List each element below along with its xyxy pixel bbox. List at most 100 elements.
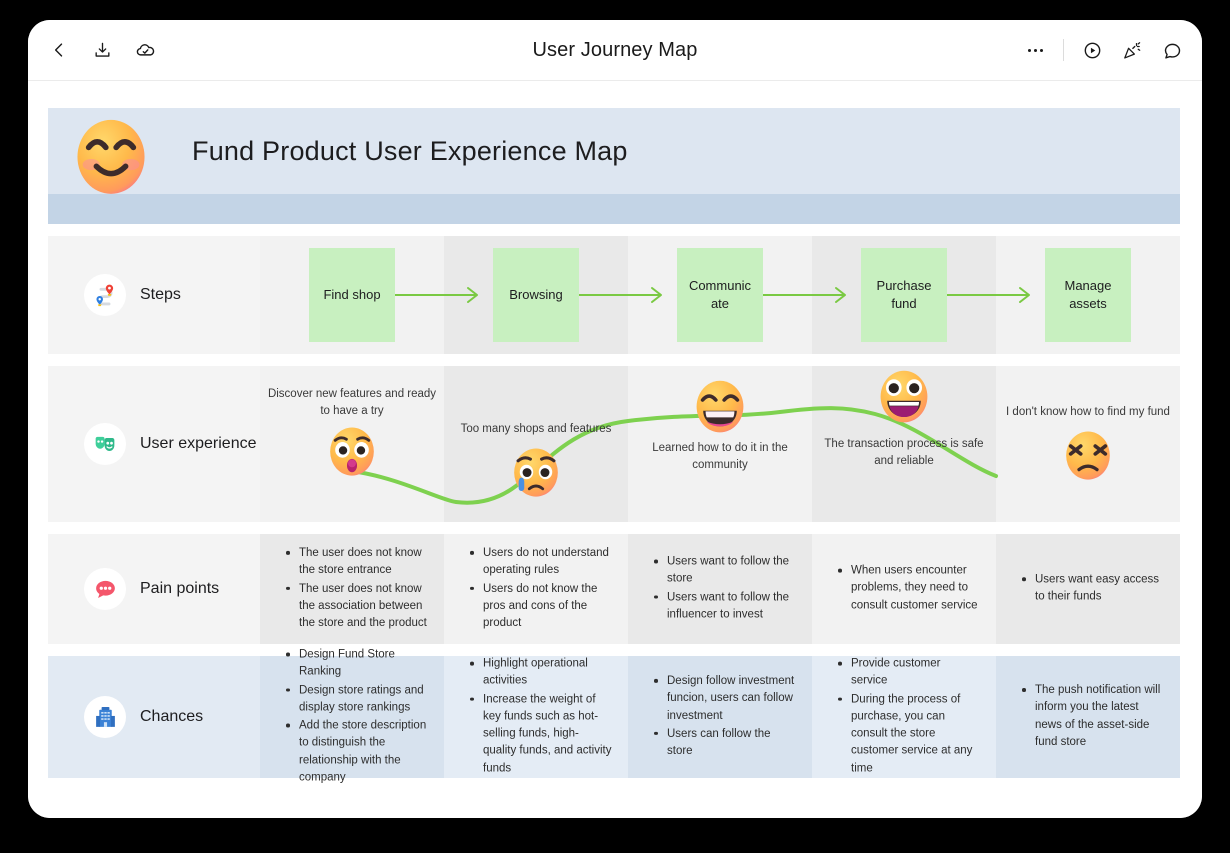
pain-points-column: When users encounter problems, they need…	[812, 534, 996, 644]
step-box[interactable]: Manage assets	[1045, 248, 1131, 342]
ux-caption: Discover new features and ready to have …	[267, 388, 437, 417]
ux-caption: The transaction process is safe and reli…	[824, 438, 984, 467]
ux-node[interactable]: I don't know how to find my fund	[998, 404, 1178, 483]
banner-title: Fund Product User Experience Map	[192, 135, 628, 166]
bullet-item[interactable]: Add the store description to distinguish…	[286, 718, 428, 787]
steps-column: Find shop	[260, 236, 444, 354]
chances-column: Design follow investment funcion, users …	[628, 656, 812, 778]
bullet-item[interactable]: Users want easy access to their funds	[1022, 571, 1164, 606]
bullet-item[interactable]: Users want to follow the store	[654, 554, 796, 589]
chances-column: Design Fund Store Ranking Design store ra…	[260, 649, 444, 783]
ux-node[interactable]: Discover new features and ready to have …	[262, 386, 442, 479]
bullet-list: Design Fund Store Ranking Design store ra…	[286, 647, 428, 787]
comment-icon[interactable]	[1160, 38, 1184, 62]
bullet-item[interactable]: Highlight operational activities	[470, 656, 612, 691]
row-label-user-experience: User experience	[48, 366, 260, 522]
steps-columns: Find shop Browsing Communic ate Purchase…	[260, 236, 1180, 354]
ux-caption: Learned how to do it in the community	[652, 442, 788, 471]
ux-column: Discover new features and ready to have …	[260, 366, 444, 522]
bullet-list: Users do not understand operating rules U…	[470, 545, 612, 632]
row-label-chances: Chances	[48, 656, 260, 778]
theater-masks-icon	[84, 423, 126, 465]
speech-bubble-icon	[84, 568, 126, 610]
bullet-item[interactable]: Increase the weight of key funds such as…	[470, 691, 612, 777]
row-label-text: Steps	[140, 286, 181, 303]
ux-node[interactable]: Learned how to do it in the community	[630, 376, 810, 473]
pain-points-column: Users want to follow the store Users want…	[628, 534, 812, 644]
bullet-item[interactable]: When users encounter problems, they need…	[838, 563, 980, 615]
chances-column: The push notification will inform you th…	[996, 656, 1180, 778]
cloud-synced-icon[interactable]	[133, 38, 157, 62]
app-window: User Journey Map Fund Product User Exper…	[28, 20, 1202, 818]
bullet-item[interactable]: During the process of purchase, you can …	[838, 691, 980, 777]
download-icon[interactable]	[90, 38, 114, 62]
ux-columns: Discover new features and ready to have …	[260, 366, 1180, 522]
journey-map-board: Fund Product User Experience Map Steps F…	[48, 108, 1180, 783]
bullet-list: Provide customer service During the proce…	[838, 656, 980, 778]
bullet-item[interactable]: The user does not know the association b…	[286, 580, 428, 632]
ux-caption: I don't know how to find my fund	[1006, 406, 1170, 418]
row-pain-points: Pain points The user does not know the s…	[48, 534, 1180, 644]
steps-column: Browsing	[444, 236, 628, 354]
step-box[interactable]: Find shop	[309, 248, 395, 342]
crying-face-emoji	[514, 448, 558, 497]
step-box[interactable]: Purchase fund	[861, 248, 947, 342]
pain-points-column: Users do not understand operating rules U…	[444, 534, 628, 644]
bullet-list: Design follow investment funcion, users …	[654, 673, 796, 760]
row-label-text: User experience	[140, 435, 257, 452]
steps-column: Purchase fund	[812, 236, 996, 354]
bullet-item[interactable]: Users do not know the pros and cons of t…	[470, 580, 612, 632]
titlebar-left-actions	[28, 38, 157, 62]
back-chevron-icon[interactable]	[47, 38, 71, 62]
ux-column: The transaction process is safe and reli…	[812, 366, 996, 522]
bullet-list: Users want easy access to their funds	[1022, 571, 1164, 606]
row-user-experience: User experience Discover new features an…	[48, 366, 1180, 522]
route-map-icon	[84, 274, 126, 316]
step-box[interactable]: Browsing	[493, 248, 579, 342]
bullet-item[interactable]: Provide customer service	[838, 656, 980, 691]
grinning-squinting-face-emoji	[696, 380, 744, 433]
bullet-list: Highlight operational activities Increase…	[470, 656, 612, 778]
pain-points-column: Users want easy access to their funds	[996, 534, 1180, 644]
present-icon[interactable]	[1080, 38, 1104, 62]
celebrate-icon[interactable]	[1120, 38, 1144, 62]
chances-column: Provide customer service During the proce…	[812, 656, 996, 778]
toolbar-divider	[1063, 39, 1064, 61]
titlebar-right-actions	[1023, 20, 1184, 80]
more-options-icon[interactable]	[1023, 38, 1047, 62]
row-label-pain-points: Pain points	[48, 534, 260, 644]
bullet-item[interactable]: Design follow investment funcion, users …	[654, 673, 796, 725]
ux-node[interactable]: The transaction process is safe and reli…	[814, 366, 994, 469]
ux-column: Learned how to do it in the community	[628, 366, 812, 522]
steps-column: Manage assets	[996, 236, 1180, 354]
bullet-list: The push notification will inform you th…	[1022, 682, 1164, 751]
bullet-list: When users encounter problems, they need…	[838, 563, 980, 615]
row-label-text: Pain points	[140, 580, 220, 597]
ux-column: Too many shops and features	[444, 366, 628, 522]
bullet-list: Users want to follow the store Users want…	[654, 554, 796, 624]
titlebar: User Journey Map	[28, 20, 1202, 81]
row-chances: Chances Design Fund Store Ranking Design …	[48, 649, 1180, 783]
bullet-item[interactable]: Users do not understand operating rules	[470, 545, 612, 580]
chances-columns: Design Fund Store Ranking Design store ra…	[260, 649, 1180, 783]
ux-node[interactable]: Too many shops and features	[446, 421, 626, 500]
bullet-item[interactable]: The push notification will inform you th…	[1022, 682, 1164, 751]
pain-points-column: The user does not know the store entranc…	[260, 534, 444, 644]
pain-points-columns: The user does not know the store entranc…	[260, 534, 1180, 644]
office-building-icon	[84, 696, 126, 738]
chances-column: Highlight operational activities Increase…	[444, 656, 628, 778]
row-steps: Steps Find shop Browsing Communic ate Pu…	[48, 236, 1180, 354]
smiling-face-with-smiling-eyes-emoji	[77, 119, 145, 194]
row-label-text: Chances	[140, 708, 204, 725]
step-box[interactable]: Communic ate	[677, 248, 763, 342]
bullet-item[interactable]: Design Fund Store Ranking	[286, 647, 428, 682]
bullet-list: The user does not know the store entranc…	[286, 545, 428, 632]
ux-caption: Too many shops and features	[460, 423, 612, 435]
bullet-item[interactable]: The user does not know the store entranc…	[286, 545, 428, 580]
face-with-open-mouth-emoji	[330, 427, 374, 476]
bullet-item[interactable]: Users want to follow the influencer to i…	[654, 589, 796, 624]
bullet-item[interactable]: Design store ratings and display store r…	[286, 682, 428, 717]
grinning-face-with-big-eyes-emoji	[880, 370, 928, 423]
bullet-item[interactable]: Users can follow the store	[654, 726, 796, 761]
ux-column: I don't know how to find my fund	[996, 366, 1180, 522]
